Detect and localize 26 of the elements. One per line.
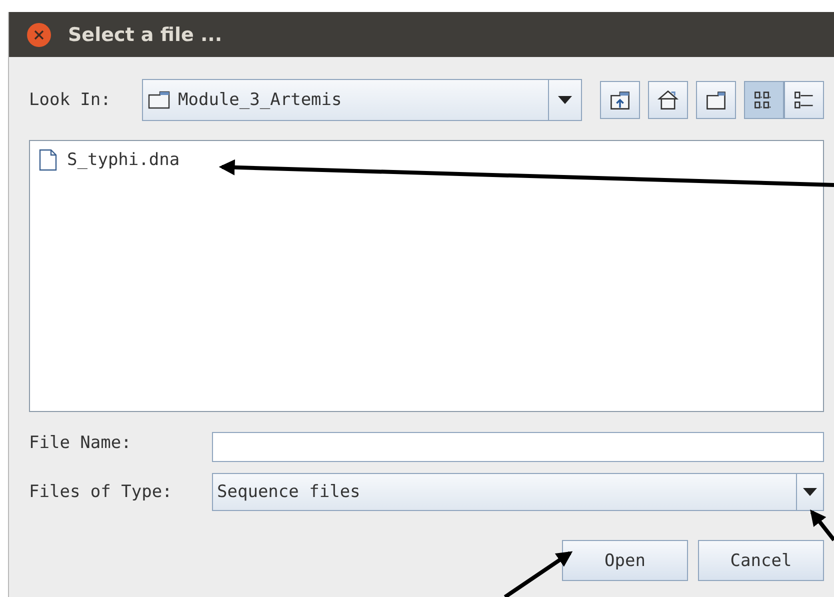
details-view-icon [793,89,815,111]
folder-icon [148,91,170,109]
caret-icon [558,96,572,104]
toolbar-button[interactable] [600,81,640,119]
annotation-arrow [810,509,834,542]
dialog-button[interactable]: Cancel [698,540,824,581]
document-icon [39,149,57,171]
toolbar-button[interactable] [648,81,688,119]
file-name-label: File Name: [29,432,132,452]
file-name-field[interactable] [212,432,824,462]
folder-icon [705,89,727,111]
file-type-dropdown[interactable]: Sequence files [212,473,824,511]
look-in-dropdown[interactable]: Module_3_Artemis [142,79,582,121]
view-toggle-button[interactable] [744,81,784,119]
close-icon[interactable] [27,22,51,46]
folder-up-icon [609,89,631,111]
dialog-button[interactable]: Open [562,540,688,581]
file-item[interactable]: S_typhi.dna [36,147,183,173]
caret-icon [803,488,817,496]
window-title: Select a file ... [68,24,222,46]
annotation-arrow [504,551,573,597]
file-type-label: Files of Type: [29,482,174,502]
toolbar-button[interactable] [696,81,736,119]
look-in-label: Look In: [29,90,112,110]
home-icon [657,89,679,111]
view-toggle-button[interactable] [784,81,824,119]
